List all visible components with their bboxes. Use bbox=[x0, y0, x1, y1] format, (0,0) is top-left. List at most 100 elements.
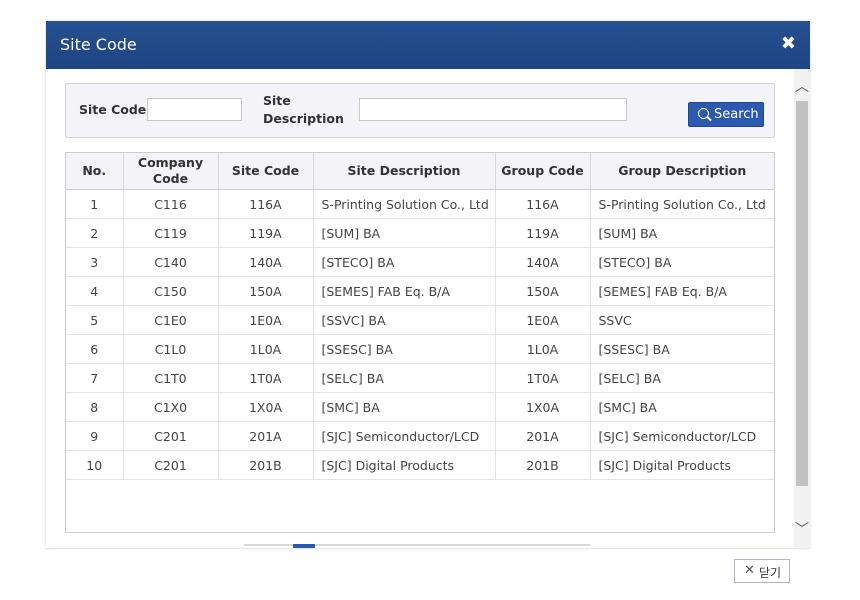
cell-group-code: 1T0A bbox=[495, 363, 591, 393]
cell-group-description: [SUM] BA bbox=[590, 218, 774, 248]
cell-group-description: [SMC] BA bbox=[590, 392, 774, 422]
cell-group-description: S-Printing Solution Co., Ltd bbox=[590, 189, 774, 219]
header-site-code[interactable]: Site Code bbox=[218, 153, 314, 190]
cell-group-code: 1E0A bbox=[495, 305, 591, 335]
cell-site-description: [SMC] BA bbox=[313, 392, 496, 422]
cell-site-code: 116A bbox=[218, 189, 314, 219]
cell-company-code: C1L0 bbox=[123, 334, 219, 364]
cell-site-description: S-Printing Solution Co., Ltd bbox=[313, 189, 496, 219]
table-row[interactable]: 4 C150 150A [SEMES] FAB Eq. B/A 150A [SE… bbox=[66, 276, 774, 306]
cell-no: 8 bbox=[66, 392, 124, 422]
dialog-titlebar: Site Code ✖ bbox=[46, 21, 810, 69]
cell-site-code: 140A bbox=[218, 247, 314, 277]
cell-company-code: C116 bbox=[123, 189, 219, 219]
cell-company-code: C150 bbox=[123, 276, 219, 306]
cell-group-code: 1L0A bbox=[495, 334, 591, 364]
site-description-input[interactable] bbox=[359, 98, 627, 121]
cell-company-code: C1E0 bbox=[123, 305, 219, 335]
cell-group-description: [SEMES] FAB Eq. B/A bbox=[590, 276, 774, 306]
cell-no: 7 bbox=[66, 363, 124, 393]
site-code-label: Site Code bbox=[79, 102, 147, 117]
cell-site-description: [SJC] Semiconductor/LCD bbox=[313, 421, 496, 451]
cell-group-code: 116A bbox=[495, 189, 591, 219]
cell-group-description: SSVC bbox=[590, 305, 774, 335]
x-icon: ✕ bbox=[744, 563, 755, 578]
table-row[interactable]: 8 C1X0 1X0A [SMC] BA 1X0A [SMC] BA bbox=[66, 392, 774, 422]
header-group-code[interactable]: Group Code bbox=[495, 153, 591, 190]
table-row[interactable]: 5 C1E0 1E0A [SSVC] BA 1E0A SSVC bbox=[66, 305, 774, 335]
scrollbar-thumb[interactable] bbox=[796, 101, 808, 486]
table-row[interactable]: 2 C119 119A [SUM] BA 119A [SUM] BA bbox=[66, 218, 774, 248]
site-description-label-line1: Site bbox=[263, 93, 291, 108]
cell-site-code: 1X0A bbox=[218, 392, 314, 422]
cell-site-code: 150A bbox=[218, 276, 314, 306]
dialog-title: Site Code bbox=[60, 35, 137, 54]
cell-site-description: [SSVC] BA bbox=[313, 305, 496, 335]
cell-group-code: 140A bbox=[495, 247, 591, 277]
site-code-table: No. Company Code Site Code Site Descripti… bbox=[65, 152, 775, 533]
cell-site-code: 201A bbox=[218, 421, 314, 451]
cell-group-code: 119A bbox=[495, 218, 591, 248]
header-no[interactable]: No. bbox=[66, 153, 124, 190]
cell-no: 1 bbox=[66, 189, 124, 219]
table-row[interactable]: 3 C140 140A [STECO] BA 140A [STECO] BA bbox=[66, 247, 774, 277]
cell-group-description: [SJC] Digital Products bbox=[590, 450, 774, 480]
cell-no: 10 bbox=[66, 450, 124, 480]
cell-site-description: [SJC] Digital Products bbox=[313, 450, 496, 480]
chevron-down-icon[interactable]: ﹀ bbox=[794, 518, 810, 542]
search-panel: Site Code Site Description Search bbox=[65, 83, 775, 138]
cell-no: 3 bbox=[66, 247, 124, 277]
cell-site-description: [SUM] BA bbox=[313, 218, 496, 248]
dialog-content: Site Code Site Description Search No. Co… bbox=[46, 69, 794, 548]
cell-no: 5 bbox=[66, 305, 124, 335]
cell-site-code: 201B bbox=[218, 450, 314, 480]
cell-company-code: C140 bbox=[123, 247, 219, 277]
cell-company-code: C119 bbox=[123, 218, 219, 248]
cell-site-description: [STECO] BA bbox=[313, 247, 496, 277]
cell-company-code: C201 bbox=[123, 450, 219, 480]
close-icon[interactable]: ✖ bbox=[781, 33, 796, 54]
header-group-description[interactable]: Group Description bbox=[590, 153, 774, 190]
table-row[interactable]: 6 C1L0 1L0A [SSESC] BA 1L0A [SSESC] BA bbox=[66, 334, 774, 364]
site-code-input[interactable] bbox=[147, 98, 242, 121]
search-icon bbox=[698, 108, 709, 119]
site-code-dialog: Site Code ✖ Site Code Site Description S… bbox=[46, 21, 810, 548]
header-company-code-line1: Company bbox=[137, 155, 204, 170]
cell-site-code: 1T0A bbox=[218, 363, 314, 393]
cell-group-description: [SSESC] BA bbox=[590, 334, 774, 364]
cell-company-code: C1T0 bbox=[123, 363, 219, 393]
cell-company-code: C1X0 bbox=[123, 392, 219, 422]
cell-site-description: [SEMES] FAB Eq. B/A bbox=[313, 276, 496, 306]
cell-site-code: 119A bbox=[218, 218, 314, 248]
cell-site-description: [SELC] BA bbox=[313, 363, 496, 393]
vertical-scrollbar[interactable]: ︿ ﹀ bbox=[794, 69, 810, 548]
close-button[interactable]: ✕ 닫기 bbox=[734, 559, 790, 583]
cell-site-code: 1E0A bbox=[218, 305, 314, 335]
cell-group-code: 201A bbox=[495, 421, 591, 451]
cell-group-code: 201B bbox=[495, 450, 591, 480]
search-button[interactable]: Search bbox=[688, 102, 764, 127]
cell-group-description: [SELC] BA bbox=[590, 363, 774, 393]
header-company-code-line2: Code bbox=[152, 171, 189, 186]
cell-no: 4 bbox=[66, 276, 124, 306]
cell-no: 2 bbox=[66, 218, 124, 248]
cell-site-code: 1L0A bbox=[218, 334, 314, 364]
cell-site-description: [SSESC] BA bbox=[313, 334, 496, 364]
table-header-row: No. Company Code Site Code Site Descripti… bbox=[66, 153, 774, 190]
footer-divider bbox=[46, 548, 810, 549]
chevron-up-icon[interactable]: ︿ bbox=[794, 75, 810, 99]
table-row[interactable]: 10 C201 201B [SJC] Digital Products 201B… bbox=[66, 450, 774, 480]
cell-group-description: [SJC] Semiconductor/LCD bbox=[590, 421, 774, 451]
header-company-code[interactable]: Company Code bbox=[123, 153, 219, 190]
cell-no: 9 bbox=[66, 421, 124, 451]
search-button-label: Search bbox=[714, 107, 759, 122]
cell-group-code: 150A bbox=[495, 276, 591, 306]
table-row[interactable]: 1 C116 116A S-Printing Solution Co., Ltd… bbox=[66, 189, 774, 219]
table-row[interactable]: 7 C1T0 1T0A [SELC] BA 1T0A [SELC] BA bbox=[66, 363, 774, 393]
cell-company-code: C201 bbox=[123, 421, 219, 451]
close-button-label: 닫기 bbox=[759, 566, 782, 580]
cell-no: 6 bbox=[66, 334, 124, 364]
table-row[interactable]: 9 C201 201A [SJC] Semiconductor/LCD 201A… bbox=[66, 421, 774, 451]
cell-group-code: 1X0A bbox=[495, 392, 591, 422]
header-site-description[interactable]: Site Description bbox=[313, 153, 496, 190]
